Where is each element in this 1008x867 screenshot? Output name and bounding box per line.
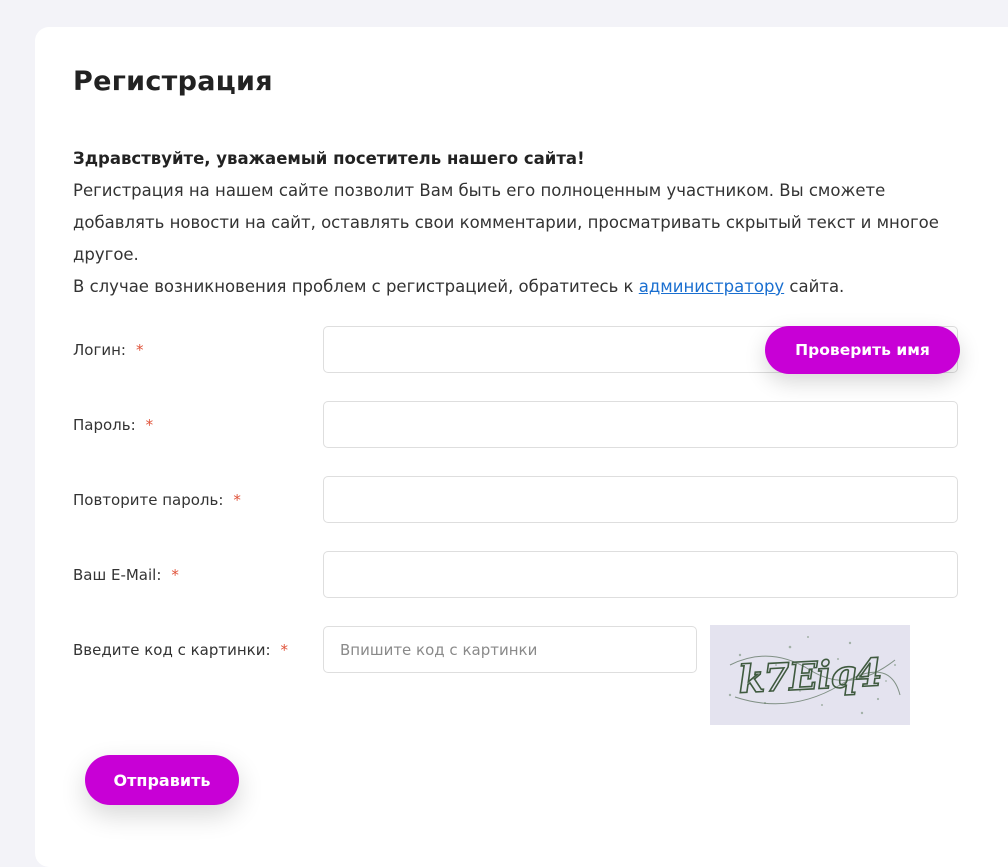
password-input[interactable] (323, 401, 958, 448)
captcha-image[interactable]: k7Eiq4 (710, 625, 910, 725)
intro-help-text: В случае возникновения проблем с регистр… (73, 277, 639, 296)
administrator-link[interactable]: администратору (639, 277, 784, 296)
password-repeat-label: Повторите пароль: * (73, 491, 241, 509)
intro-paragraph: Регистрация на нашем сайте позволит Вам … (73, 181, 939, 264)
captcha-label-text: Введите код с картинки: (73, 641, 271, 659)
required-marker: * (145, 416, 154, 434)
intro-greeting: Здравствуйте, уважаемый посетитель нашег… (73, 149, 585, 168)
required-marker: * (280, 641, 289, 659)
captcha-text: k7Eiq4 (737, 649, 882, 701)
captcha-label: Введите код с картинки: * (73, 641, 288, 659)
required-marker: * (233, 491, 241, 509)
required-marker: * (135, 341, 144, 359)
submit-button[interactable]: Отправить (85, 755, 239, 805)
email-label: Ваш E-Mail: * (73, 566, 179, 584)
login-label: Логин: * (73, 341, 143, 359)
login-label-text: Логин: (73, 341, 126, 359)
password-repeat-input[interactable] (323, 476, 958, 523)
password-label: Пароль: * (73, 416, 153, 434)
captcha-input[interactable] (323, 626, 697, 673)
email-input[interactable] (323, 551, 958, 598)
intro-text: Здравствуйте, уважаемый посетитель нашег… (73, 143, 953, 303)
intro-help-suffix: сайта. (784, 277, 845, 296)
check-name-button[interactable]: Проверить имя (765, 326, 960, 374)
password-repeat-label-text: Повторите пароль: (73, 491, 224, 509)
email-label-text: Ваш E-Mail: (73, 566, 162, 584)
intro-help-line: В случае возникновения проблем с регистр… (73, 271, 953, 303)
captcha-graphic: k7Eiq4 (728, 636, 901, 715)
required-marker: * (171, 566, 179, 584)
page-title: Регистрация (73, 66, 273, 97)
password-label-text: Пароль: (73, 416, 136, 434)
